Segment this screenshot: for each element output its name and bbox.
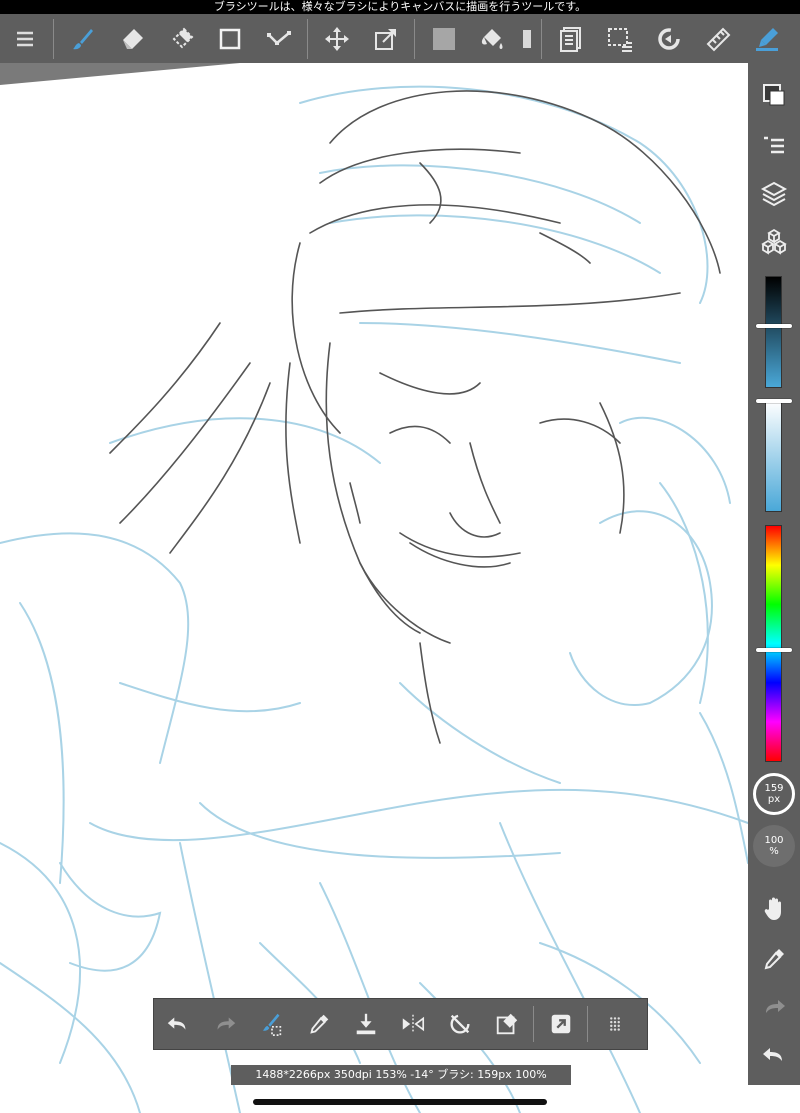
pen-highlight-icon [755,27,778,51]
tool-hint-text: ブラシツールは、様々なブラシによりキャンバスに描画を行うツールです。 [213,0,587,13]
grid-dots-icon [609,1017,620,1031]
redo-button[interactable] [201,999,248,1049]
toolbar-divider [53,18,54,59]
toolbar-divider [414,18,415,59]
saturation-slider-thumb[interactable] [756,399,792,403]
canvas-info-text: 1488*2266px 350dpi 153% -14° ブラシ: 159px … [255,1068,547,1081]
brush-size-value: 159 [764,783,784,794]
gradient-tool-button[interactable] [517,14,537,63]
clear-icon [496,1013,517,1035]
cubes-icon [761,228,787,255]
opacity-control[interactable]: 100 % [753,825,795,867]
list-icon [764,136,784,154]
redo-side-button[interactable] [754,987,794,1027]
hue-slider-thumb[interactable] [756,648,792,652]
shape-rect-icon [219,28,240,49]
fill-color-button[interactable] [419,14,468,63]
undo-icon [763,1048,782,1061]
opacity-unit: % [769,846,779,857]
eraser-tool-button[interactable] [107,14,156,63]
move-tool-button[interactable] [312,14,361,63]
download-icon [356,1013,375,1035]
opacity-value: 100 [764,835,784,846]
eraser-icon [122,28,143,49]
flip-icon [402,1014,424,1034]
move-icon [324,26,349,51]
materials-button[interactable] [754,221,794,261]
top-toolbar [0,14,800,63]
shape-tool-button[interactable] [205,14,254,63]
edit-tool-button[interactable] [254,14,303,63]
rotate-reset-icon [449,1014,470,1034]
fill-color-icon [432,27,455,50]
menu-button[interactable] [0,14,49,63]
layers-button[interactable] [754,173,794,213]
brush-size-control[interactable]: 159 px [753,773,795,815]
undo-icon [167,1017,185,1030]
layer-text-icon [559,26,581,52]
more-button[interactable] [591,999,638,1049]
gradient-icon [523,29,531,48]
hand-tool-button[interactable] [754,889,794,929]
brush-select-button[interactable] [248,999,295,1049]
bottom-toolbar [153,998,648,1050]
color-swatch-icon [763,84,785,106]
pen-settings-button[interactable] [742,14,791,63]
brush-select-icon [262,1013,281,1036]
bucket-icon [481,28,502,49]
hand-icon [764,897,781,920]
flip-button[interactable] [389,999,436,1049]
brush-size-unit: px [767,794,781,805]
bottom-toolbar-divider [533,1006,534,1042]
expand-button[interactable] [537,999,584,1049]
eyedropper-button[interactable] [295,999,342,1049]
eyedropper-side-button[interactable] [754,939,794,979]
brightness-slider-thumb[interactable] [756,324,792,328]
undo-side-button[interactable] [754,1035,794,1075]
bottom-toolbar-divider [587,1006,588,1042]
rotate-reset-button[interactable] [436,999,483,1049]
undo-button[interactable] [154,999,201,1049]
home-indicator[interactable] [253,1099,547,1105]
ruler-icon [706,27,730,51]
bucket-tool-button[interactable] [468,14,517,63]
save-layer-button[interactable] [342,999,389,1049]
canvas-info-bar: 1488*2266px 350dpi 153% -14° ブラシ: 159px … [231,1065,571,1085]
text-tool-button[interactable] [546,14,595,63]
color-swap-button[interactable] [754,75,794,115]
brush-tool-button[interactable] [58,14,107,63]
toolbar-divider [541,18,542,59]
clear-button[interactable] [483,999,530,1049]
transform-tool-button[interactable] [361,14,410,63]
saturation-slider[interactable] [756,399,792,512]
toolbar-divider [307,18,308,59]
layer-menu-button[interactable] [754,125,794,165]
expand-icon [551,1014,570,1034]
blur-eraser-icon [172,27,193,48]
canvas-artwork [0,63,748,1113]
rotate-tool-button[interactable] [644,14,693,63]
brush-icon [72,28,93,49]
eyedropper-icon [764,949,784,970]
line-tool-icon [266,30,291,45]
select-tool-button[interactable] [595,14,644,63]
blur-tool-button[interactable] [156,14,205,63]
rotate-icon [657,27,680,50]
right-panel: 159 px 100 % [748,63,800,1085]
eyedropper-icon [309,1014,328,1034]
redo-icon [766,1000,785,1013]
menu-icon [16,31,33,46]
transform-icon [374,28,396,50]
layers-icon [760,181,788,207]
hue-slider[interactable] [756,525,792,762]
ruler-button[interactable] [693,14,742,63]
brightness-slider[interactable] [756,276,792,388]
drawing-canvas[interactable] [0,63,748,1113]
select-icon [607,27,632,52]
redo-icon [217,1017,235,1030]
tool-hint-bar: ブラシツールは、様々なブラシによりキャンバスに描画を行うツールです。 [0,0,800,14]
